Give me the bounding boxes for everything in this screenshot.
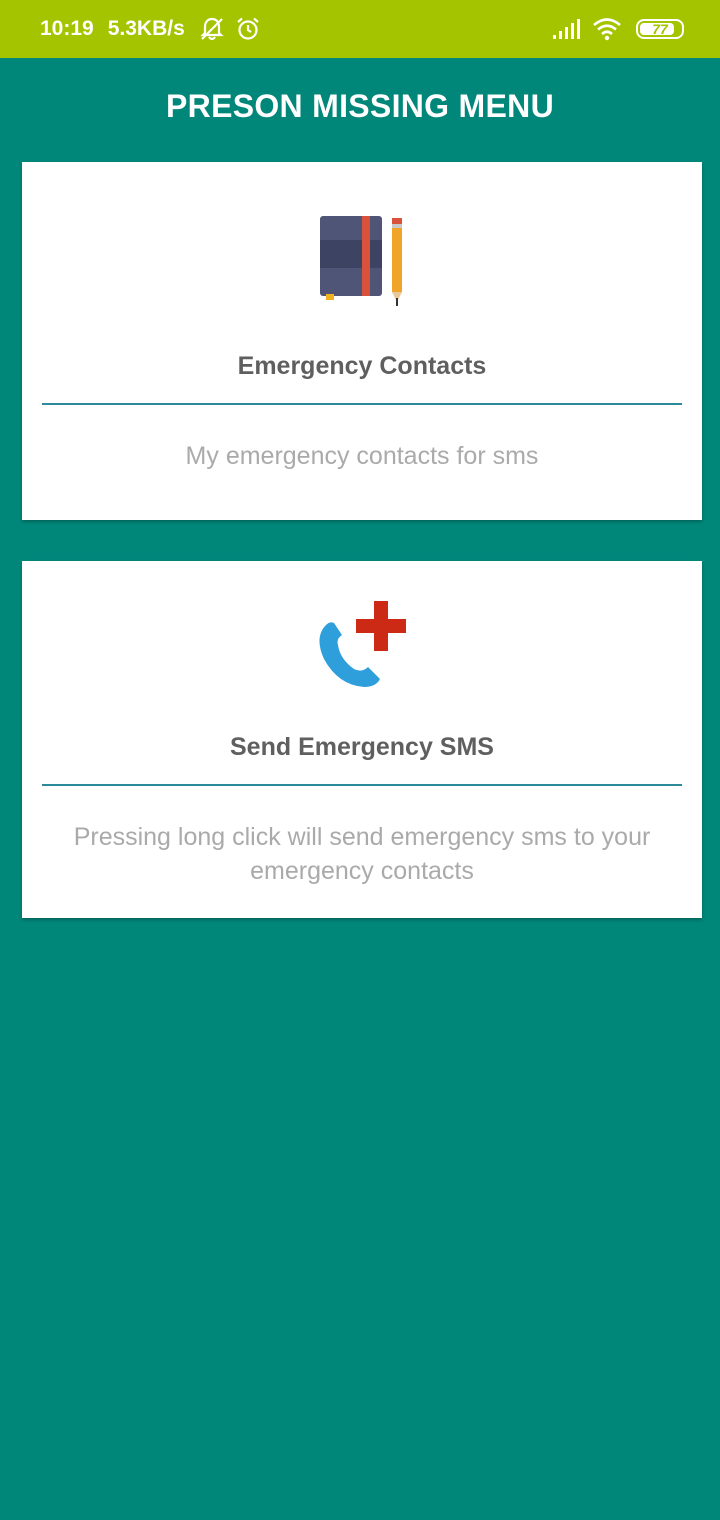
wifi-icon xyxy=(593,18,621,41)
battery-level: 77 xyxy=(652,21,668,37)
notebook-pencil-icon xyxy=(320,216,402,306)
send-emergency-sms-card[interactable]: Send Emergency SMS Pressing long click w… xyxy=(22,561,702,918)
send-emergency-sms-title: Send Emergency SMS xyxy=(230,733,494,761)
page-title: PRESON MISSING MENU xyxy=(166,88,554,124)
notifications-off-icon xyxy=(200,17,224,41)
status-bar: 10:19 5.3KB/s 77 xyxy=(0,0,720,58)
alarm-icon xyxy=(237,17,259,40)
emergency-contacts-description: My emergency contacts for sms xyxy=(185,442,539,470)
divider xyxy=(42,784,682,786)
emergency-contacts-title: Emergency Contacts xyxy=(237,352,487,380)
emergency-contacts-card[interactable]: Emergency Contacts My emergency contacts… xyxy=(22,162,702,520)
status-net-speed: 5.3KB/s xyxy=(107,17,185,40)
send-emergency-sms-description: Pressing long click will send emergency … xyxy=(73,823,651,885)
status-time: 10:19 xyxy=(40,17,94,40)
battery-icon: 77 xyxy=(636,19,684,39)
signal-icon xyxy=(553,19,580,39)
divider xyxy=(42,403,682,405)
emergency-call-icon xyxy=(319,601,406,687)
